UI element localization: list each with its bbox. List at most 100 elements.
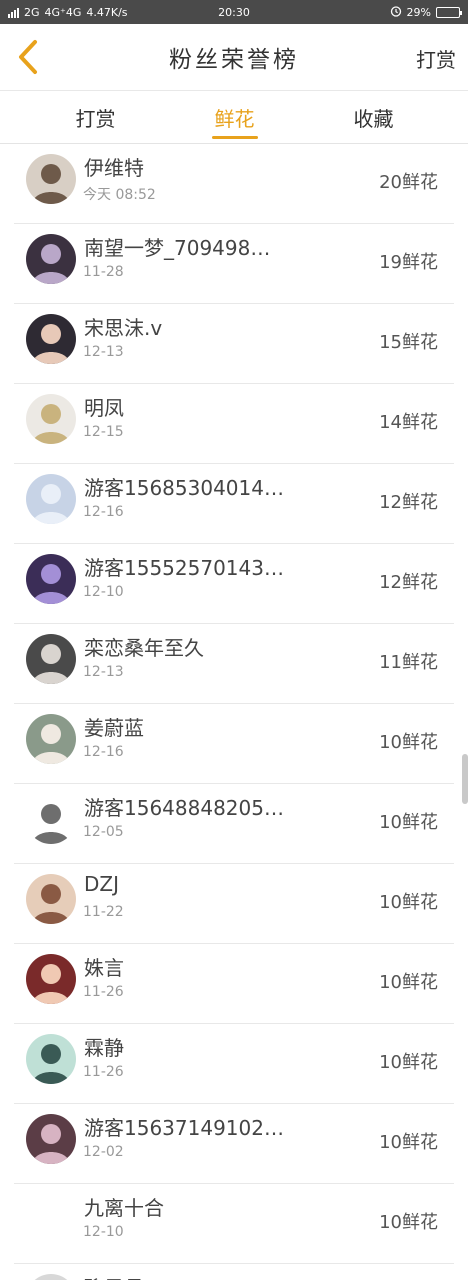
avatar[interactable] xyxy=(26,1114,76,1164)
gift-date: 12-10 xyxy=(83,584,124,600)
network-label: 2G xyxy=(24,5,40,19)
list-item[interactable]: 南望一梦_709498… 11-28 19鲜花 xyxy=(0,224,468,304)
anime-avatar xyxy=(26,954,76,1004)
avatar[interactable] xyxy=(26,794,76,844)
avatar[interactable] xyxy=(26,234,76,284)
fan-list: 伊维特今天 08:52 20鲜花南望一梦_709498… 11-28 19鲜花宋思沫.… xyxy=(0,144,468,1280)
back-button[interactable] xyxy=(10,38,46,76)
list-item[interactable]: 游客1564884820545 12-05 10鲜花 xyxy=(0,784,468,864)
avatar[interactable] xyxy=(26,1274,76,1280)
avatar[interactable] xyxy=(26,634,76,684)
user-name: 游客1564884820545 xyxy=(84,796,284,820)
list-item[interactable]: 游客1563714910209 12-02 10鲜花 xyxy=(0,1104,468,1184)
girl-avatar xyxy=(26,154,76,204)
partial-avatar xyxy=(26,1274,76,1280)
status-right: 29% xyxy=(390,5,462,20)
user-name: 栾恋桑年至久 xyxy=(84,636,204,660)
avatar[interactable] xyxy=(26,1034,76,1084)
network-label-2: 4G⁺4G xyxy=(44,5,82,19)
girl-avatar xyxy=(26,314,76,364)
status-bar: 2G 4G⁺4G 4.47K/s 20:30 29% xyxy=(0,0,468,24)
gift-date: 11-26 xyxy=(83,984,124,1000)
gift-date: 12-16 xyxy=(83,504,124,520)
alarm-icon xyxy=(390,5,402,20)
flower-count: 14鲜花 xyxy=(379,412,438,433)
chevron-left-icon xyxy=(19,40,37,74)
tab-favorites[interactable]: 收藏 xyxy=(304,91,443,143)
flower-count: 10鲜花 xyxy=(379,812,438,833)
tab-flowers[interactable]: 鲜花 xyxy=(165,91,304,143)
gift-date: 12-10 xyxy=(83,1224,124,1240)
list-item[interactable]: 明凤 12-15 14鲜花 xyxy=(0,384,468,464)
user-name: 伊维特 xyxy=(84,156,144,180)
user-name: 游客1555257014340 xyxy=(84,556,284,580)
list-item[interactable]: 霖静 11-26 10鲜花 xyxy=(0,1024,468,1104)
list-item[interactable]: 游客1568530401432 12-16 12鲜花 xyxy=(0,464,468,544)
battery-icon xyxy=(436,6,462,18)
avatar[interactable] xyxy=(26,554,76,604)
reward-button[interactable]: 打赏 xyxy=(416,44,456,73)
user-name: DZJ xyxy=(84,872,119,896)
page-title: 粉丝荣誉榜 xyxy=(169,47,299,73)
girl-avatar xyxy=(26,1114,76,1164)
list-item[interactable]: 栾恋桑年至久 12-13 11鲜花 xyxy=(0,624,468,704)
night-scene-avatar xyxy=(26,234,76,284)
list-item[interactable]: 聊风月 xyxy=(0,1264,468,1280)
battery-percent: 29% xyxy=(406,5,431,19)
avatar[interactable] xyxy=(26,394,76,444)
gift-date: 11-28 xyxy=(83,264,124,280)
list-item[interactable]: 九离十合 12-10 10鲜花 xyxy=(0,1184,468,1264)
empty-avatar xyxy=(26,1194,76,1244)
flower-count: 19鲜花 xyxy=(379,252,438,273)
user-name: 游客1563714910209 xyxy=(84,1116,284,1140)
person-avatar xyxy=(26,714,76,764)
cartoon-avatar xyxy=(26,794,76,844)
gift-date: 今天 08:52 xyxy=(83,187,156,203)
gift-date: 12-15 xyxy=(83,424,124,440)
avatar[interactable] xyxy=(26,1194,76,1244)
flower-count: 15鲜花 xyxy=(379,332,438,353)
gift-date: 12-02 xyxy=(83,1144,124,1160)
flower-count: 20鲜花 xyxy=(379,172,438,193)
list-item[interactable]: 伊维特今天 08:52 20鲜花 xyxy=(0,144,468,224)
user-name: 九离十合 xyxy=(84,1196,164,1220)
gift-date: 11-22 xyxy=(83,904,124,920)
flower-count: 10鲜花 xyxy=(379,972,438,993)
gift-date: 12-13 xyxy=(83,664,124,680)
anime-avatar xyxy=(26,394,76,444)
list-item[interactable]: 宋思沫.v 12-13 15鲜花 xyxy=(0,304,468,384)
user-name: 明凤 xyxy=(84,396,124,420)
flower-count: 12鲜花 xyxy=(379,492,438,513)
user-name: 聊风月 xyxy=(84,1272,284,1280)
flower-count: 10鲜花 xyxy=(379,732,438,753)
list-item[interactable]: DZJ 11-22 10鲜花 xyxy=(0,864,468,944)
flower-count: 11鲜花 xyxy=(379,652,438,673)
scrollbar-thumb[interactable] xyxy=(462,754,468,804)
flower-count: 10鲜花 xyxy=(379,1132,438,1153)
list-item[interactable]: 姜蔚蓝 12-16 10鲜花 xyxy=(0,704,468,784)
avatar[interactable] xyxy=(26,154,76,204)
user-name: 霖静 xyxy=(84,1036,124,1060)
user-name: 宋思沫.v xyxy=(84,316,163,340)
flower-count: 12鲜花 xyxy=(379,572,438,593)
status-left: 2G 4G⁺4G 4.47K/s xyxy=(8,6,128,19)
tab-reward[interactable]: 打赏 xyxy=(26,91,165,143)
gift-date: 12-05 xyxy=(83,824,124,840)
avatar[interactable] xyxy=(26,874,76,924)
avatar[interactable] xyxy=(26,714,76,764)
user-name: 南望一梦_709498… xyxy=(84,236,271,260)
network-speed: 4.47K/s xyxy=(86,5,128,19)
gift-date: 12-16 xyxy=(83,744,124,760)
anime-avatar xyxy=(26,1034,76,1084)
signal-icon xyxy=(8,6,19,18)
tab-bar: 打赏 鲜花 收藏 xyxy=(0,90,468,144)
avatar[interactable] xyxy=(26,474,76,524)
list-item[interactable]: 姝言 11-26 10鲜花 xyxy=(0,944,468,1024)
gift-date: 11-26 xyxy=(83,1064,124,1080)
flower-count: 10鲜花 xyxy=(379,1212,438,1233)
girl-avatar xyxy=(26,634,76,684)
list-item[interactable]: 游客1555257014340 12-10 12鲜花 xyxy=(0,544,468,624)
avatar[interactable] xyxy=(26,314,76,364)
user-name: 游客1568530401432 xyxy=(84,476,284,500)
avatar[interactable] xyxy=(26,954,76,1004)
